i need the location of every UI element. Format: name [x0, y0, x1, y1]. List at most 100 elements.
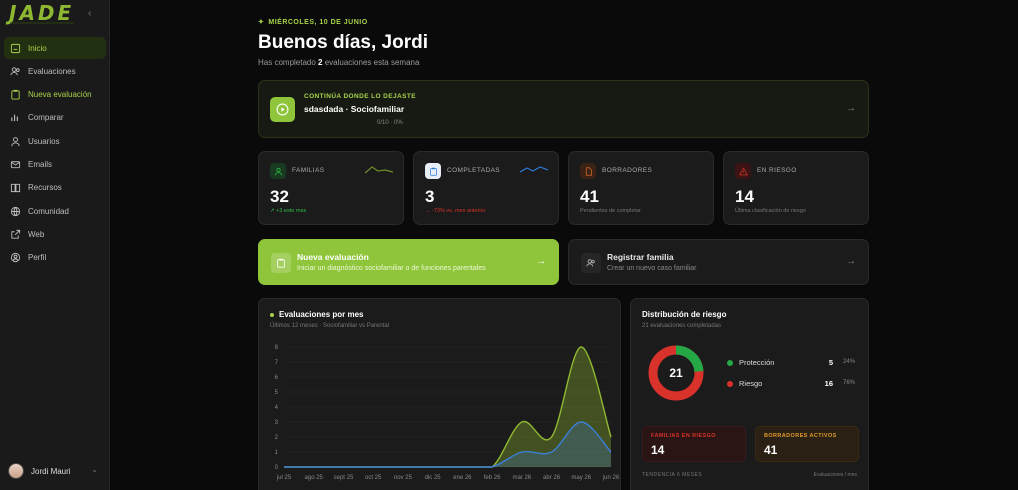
area-chart: 0 1 2 3 4 5 6 7 8 jul 25 ago 25 sept 25 oct 25 nov 25… [275, 345, 620, 481]
trend-unit: Evaluaciones / mes [813, 472, 857, 478]
app-root: JADE ‹ Inicio Evaluaciones Nueva evaluac… [0, 0, 1018, 490]
x-tick-label: dic 25 [425, 475, 442, 481]
y-tick-label: 6 [275, 375, 279, 381]
legend-count: 16 [824, 379, 833, 388]
legend-pct: 24% [842, 359, 855, 365]
risk-distribution-card: Distribución de riesgo 21 evaluaciones c… [630, 298, 869, 490]
stat-card-en-riesgo[interactable]: EN RIESGO 14 Última clasificación de rie… [723, 151, 869, 225]
x-tick-label: ene 26 [453, 475, 472, 481]
stat-label: EN RIESGO [757, 167, 797, 174]
y-tick-label: 7 [275, 360, 279, 366]
collapse-sidebar-icon[interactable]: ‹ [88, 8, 91, 19]
x-tick-label: abr 26 [543, 475, 561, 481]
sidebar-item-label: Comunidad [28, 206, 69, 216]
action-desc: Iniciar un diagnóstico sociofamiliar o d… [297, 265, 486, 272]
sidebar-item-recursos[interactable]: Recursos [4, 177, 106, 199]
sparkline [365, 166, 393, 174]
y-tick-label: 2 [275, 435, 279, 441]
continue-title: sdasdada · Sociofamiliar [304, 104, 405, 114]
home-icon [10, 43, 21, 53]
stat-footnote: Última clasificación de riesgo [735, 208, 806, 214]
continue-tag: CONTINÚA DONDE LO DEJASTE [304, 93, 416, 100]
y-tick-label: 1 [275, 450, 279, 456]
y-tick-label: 3 [275, 420, 279, 426]
subtitle-pre: Has completado [258, 58, 319, 67]
legend-count: 5 [828, 358, 833, 367]
globe-icon [10, 206, 21, 216]
action-desc: Crear un nuevo caso familiar [607, 265, 697, 272]
y-tick-label: 5 [275, 390, 279, 396]
stat-card-completadas[interactable]: COMPLETADAS 3 → -73% vs. mes anterior [413, 151, 559, 225]
users-icon [10, 67, 20, 76]
new-evaluation-button[interactable]: Nueva evaluación Iniciar un diagnóstico … [258, 239, 559, 285]
play-icon [270, 97, 295, 122]
stat-value: 14 [735, 187, 754, 206]
file-icon [580, 163, 596, 179]
sidebar-item-web[interactable]: Web [4, 223, 106, 245]
x-tick-label: ago 25 [305, 475, 324, 481]
date-label: ✦ MIÉRCOLES, 10 DE JUNIO [258, 18, 368, 26]
arrow-right-icon: → [536, 256, 546, 267]
mail-icon [10, 161, 21, 169]
users-icon [270, 163, 286, 179]
mini-value: 14 [651, 443, 665, 457]
mini-card-familias-riesgo[interactable]: FAMILIAS EN RIESGO 14 [642, 426, 746, 462]
x-tick-label: nov 25 [394, 475, 413, 481]
register-family-button[interactable]: Registrar familia Crear un nuevo caso fa… [568, 239, 869, 285]
x-tick-label: jul 25 [276, 475, 292, 481]
stat-footnote: → -73% vs. mes anterior [425, 208, 486, 214]
risk-donut: 21 [648, 345, 704, 401]
sidebar-item-comunidad[interactable]: Comunidad [4, 200, 106, 222]
sidebar-item-perfil[interactable]: Perfil [4, 247, 106, 269]
sidebar-item-inicio[interactable]: Inicio [4, 37, 106, 59]
sidebar-item-comparar[interactable]: Comparar [4, 107, 106, 129]
legend-swatch [727, 360, 733, 367]
x-tick-label: mar 26 [512, 475, 531, 481]
y-tick-label: 4 [275, 405, 279, 411]
page-title: Buenos días, Jordi [258, 32, 428, 53]
stat-value: 32 [270, 187, 289, 206]
legend-riesgo: Riesgo 16 76% [727, 379, 857, 388]
main-content: ✦ MIÉRCOLES, 10 DE JUNIO Buenos días, Jor… [110, 0, 1018, 490]
risk-subtitle: 21 evaluaciones completadas [642, 323, 722, 329]
sidebar-item-label: Usuarios [28, 136, 60, 146]
sidebar-item-label: Inicio [28, 43, 47, 53]
sparkle-icon: ✦ [258, 19, 265, 26]
arrow-right-icon: → [846, 103, 856, 114]
user-name: Jordi Mauri [31, 466, 71, 476]
sidebar-item-usuarios[interactable]: Usuarios [4, 130, 106, 152]
legend-label: Riesgo [739, 379, 763, 388]
clipboard-icon [11, 90, 20, 100]
date-text: MIÉRCOLES, 10 DE JUNIO [268, 19, 368, 26]
clipboard-icon [271, 253, 291, 273]
user-icon [11, 136, 20, 146]
mini-card-borradores-activos[interactable]: BORRADORES ACTIVOS 41 [755, 426, 859, 462]
continue-card[interactable]: CONTINÚA DONDE LO DEJASTE sdasdada · Soc… [258, 80, 869, 138]
chart-icon [11, 115, 18, 122]
x-tick-label: sept 25 [334, 475, 354, 481]
mini-label: FAMILIAS EN RIESGO [651, 433, 716, 439]
sidebar-item-evaluaciones[interactable]: Evaluaciones [4, 60, 106, 82]
stat-label: COMPLETADAS [447, 167, 501, 174]
legend-label: Protección [739, 358, 775, 367]
sidebar-item-label: Recursos [28, 183, 62, 193]
stat-label: FAMILIAS [292, 167, 325, 174]
evaluations-chart-card: Evaluaciones por mes Últimos 12 meses · … [258, 298, 621, 490]
x-tick-label: may 26 [571, 475, 591, 481]
sidebar-item-label: Perfil [28, 253, 47, 263]
legend-swatch [727, 381, 733, 388]
logo: JADE [9, 1, 75, 25]
sidebar: JADE ‹ Inicio Evaluaciones Nueva evaluac… [0, 0, 110, 490]
sidebar-item-emails[interactable]: Emails [4, 153, 106, 175]
action-title: Registrar familia [607, 252, 674, 262]
sidebar-item-label: Nueva evaluación [28, 90, 92, 100]
sidebar-nav: Inicio Evaluaciones Nueva evaluación Com… [4, 37, 106, 270]
y-tick-label: 8 [275, 345, 279, 351]
sidebar-item-nueva-evaluacion[interactable]: Nueva evaluación [4, 84, 106, 106]
stat-card-familias[interactable]: FAMILIAS 32 ↗ +3 este mes [258, 151, 404, 225]
sidebar-item-label: Comparar [28, 113, 64, 123]
profile-icon [10, 253, 21, 263]
user-menu[interactable]: Jordi Mauri ⌄ [8, 462, 102, 480]
stat-footnote: ↗ +3 este mes [270, 208, 307, 214]
stat-card-borradores[interactable]: BORRADORES 41 Pendientes de completar [568, 151, 714, 225]
